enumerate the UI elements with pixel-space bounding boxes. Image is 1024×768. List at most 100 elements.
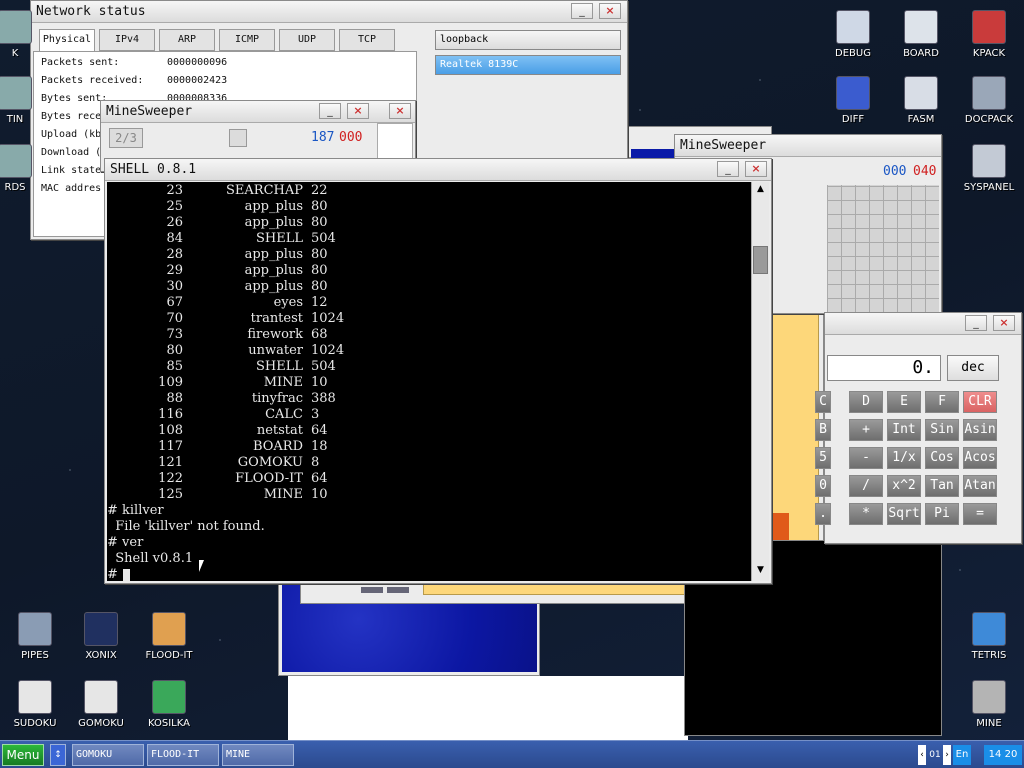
mine1-face-button[interactable] <box>229 129 247 147</box>
mine1-level[interactable]: 2/3 <box>109 128 143 148</box>
calc-key-x[interactable]: / <box>849 475 883 497</box>
switch-icon[interactable]: ↕ <box>50 744 66 766</box>
desktop-icon-board[interactable]: BOARD <box>886 10 956 59</box>
process-name: MINE <box>263 487 303 502</box>
network-titlebar[interactable]: Network status _ × <box>31 1 627 23</box>
process-row: 73 firework 68 <box>111 327 511 343</box>
calc-mode-button[interactable]: dec <box>947 355 999 381</box>
interface-item[interactable]: Realtek 8139C <box>435 55 621 75</box>
calc-key-e[interactable]: E <box>887 391 921 413</box>
desktop-icon-label: K <box>11 48 19 59</box>
desktop-icon-tetris[interactable]: TETRIS <box>954 612 1024 661</box>
gomoku-icon <box>84 680 118 714</box>
desktop-icon-pipes[interactable]: PIPES <box>0 612 70 661</box>
desktop-icon-mine[interactable]: MINE <box>954 680 1024 729</box>
minimize-button[interactable]: _ <box>717 161 739 177</box>
process-name: SHELL <box>256 359 303 374</box>
close-button-2[interactable]: × <box>389 103 411 119</box>
stat-value: 0000000096 <box>167 57 228 68</box>
menu-button[interactable]: Menu <box>2 744 44 766</box>
shell-window[interactable]: SHELL 0.8.1 _ × 23 SEARCHAP 22 25 app_plus 80… <box>104 158 772 584</box>
minimize-button[interactable]: _ <box>965 315 987 331</box>
tab-arp[interactable]: ARP <box>159 29 215 51</box>
calc-key-xx2[interactable]: x^2 <box>887 475 921 497</box>
minimize-button[interactable]: _ <box>319 103 341 119</box>
tab-tcp[interactable]: TCP <box>339 29 395 51</box>
process-row: 84 SHELL 504 <box>111 231 511 247</box>
process-mem: 80 <box>311 247 328 262</box>
clock[interactable]: 14 20 <box>984 745 1022 765</box>
calc-key-f[interactable]: F <box>925 391 959 413</box>
calc-key-acos[interactable]: Acos <box>963 447 997 469</box>
desktop-icon-fasm[interactable]: FASM <box>886 76 956 125</box>
calc-key-b[interactable]: B <box>815 419 831 441</box>
desktop-icon-diff[interactable]: DIFF <box>818 76 888 125</box>
calc-key-d[interactable]: D <box>849 391 883 413</box>
interface-item[interactable]: loopback <box>435 30 621 50</box>
shell-terminal[interactable]: 23 SEARCHAP 22 25 app_plus 80 26 app_plus 80 84 SH… <box>107 182 751 581</box>
prev-page-icon[interactable]: ‹ <box>918 745 926 765</box>
process-mem: 504 <box>311 231 336 246</box>
tetris-icon <box>972 612 1006 646</box>
desktop-icon-partial[interactable]: K <box>0 10 50 59</box>
calc-key-asin[interactable]: Asin <box>963 419 997 441</box>
calc-key-sqrt[interactable]: Sqrt <box>887 503 921 525</box>
desktop-icon-partial[interactable]: RDS <box>0 144 50 193</box>
shell-titlebar[interactable]: SHELL 0.8.1 _ × <box>105 159 771 181</box>
calc-key-atan[interactable]: Atan <box>963 475 997 497</box>
close-button[interactable]: × <box>993 315 1015 331</box>
calc-key-sin[interactable]: Sin <box>925 419 959 441</box>
calc-key-1xx[interactable]: 1/x <box>887 447 921 469</box>
partial-icon <box>0 10 32 44</box>
desktop-icon-debug[interactable]: DEBUG <box>818 10 888 59</box>
calc-key-equals[interactable]: = <box>963 503 997 525</box>
desktop-icon-docpack[interactable]: DOCPACK <box>954 76 1024 125</box>
white-window <box>288 676 688 740</box>
desktop-icon-partial[interactable]: TIN <box>0 76 50 125</box>
desktop-icon-gomoku[interactable]: GOMOKU <box>66 680 136 729</box>
task-flood-it[interactable]: FLOOD-IT <box>147 744 219 766</box>
scroll-up-icon[interactable]: ▲ <box>754 184 767 198</box>
calc-key-5[interactable]: 5 <box>815 447 831 469</box>
calculator-titlebar[interactable]: _ × <box>825 313 1021 335</box>
calc-key-x[interactable]: + <box>849 419 883 441</box>
calc-key-c[interactable]: C <box>815 391 831 413</box>
task-gomoku[interactable]: GOMOKU <box>72 744 144 766</box>
calc-key-cos[interactable]: Cos <box>925 447 959 469</box>
desktop-icon-xonix[interactable]: XONIX <box>66 612 136 661</box>
calc-key-clr[interactable]: CLR <box>963 391 997 413</box>
close-button[interactable]: × <box>347 103 369 119</box>
process-mem: 10 <box>311 375 328 390</box>
mine2-grid[interactable] <box>827 185 939 313</box>
next-page-icon[interactable]: › <box>943 745 951 765</box>
minesweeper-2-titlebar[interactable]: MineSweeper <box>675 135 941 157</box>
close-button[interactable]: × <box>599 3 621 19</box>
calc-key-0[interactable]: 0 <box>815 475 831 497</box>
desktop-icon-kpack[interactable]: KPACK <box>954 10 1024 59</box>
tab-udp[interactable]: UDP <box>279 29 335 51</box>
desktop-icon-flood-it[interactable]: FLOOD-IT <box>134 612 204 661</box>
mouse-cursor-icon <box>199 560 204 572</box>
calc-key-x[interactable]: . <box>815 503 831 525</box>
calc-key-int[interactable]: Int <box>887 419 921 441</box>
calc-key-tan[interactable]: Tan <box>925 475 959 497</box>
tab-icmp[interactable]: ICMP <box>219 29 275 51</box>
tab-ipv4[interactable]: IPv4 <box>99 29 155 51</box>
calc-key-x[interactable]: - <box>849 447 883 469</box>
shell-scrollbar[interactable]: ▲ ▼ <box>751 182 769 581</box>
minimize-button[interactable]: _ <box>571 3 593 19</box>
desktop-icon-label: KPACK <box>972 48 1006 59</box>
calc-key-pi[interactable]: Pi <box>925 503 959 525</box>
scroll-down-icon[interactable]: ▼ <box>754 565 767 579</box>
scroll-thumb[interactable] <box>753 246 768 274</box>
task-mine[interactable]: MINE <box>222 744 294 766</box>
desktop-icon-sudoku[interactable]: SUDOKU <box>0 680 70 729</box>
calc-key-x[interactable]: * <box>849 503 883 525</box>
process-id: 70 <box>166 311 183 326</box>
desktop-icon-kosilka[interactable]: KOSILKA <box>134 680 204 729</box>
desktop-icon-syspanel[interactable]: SYSPANEL <box>954 144 1024 193</box>
close-button[interactable]: × <box>745 161 767 177</box>
minesweeper-1-titlebar[interactable]: MineSweeper _ × × <box>101 101 415 123</box>
language-indicator[interactable]: En <box>953 745 971 765</box>
calculator-window[interactable]: _ × 0. dec C D E F CLR B + Int Sin Asin 5-1/x Cos Ac… <box>815 312 1022 544</box>
